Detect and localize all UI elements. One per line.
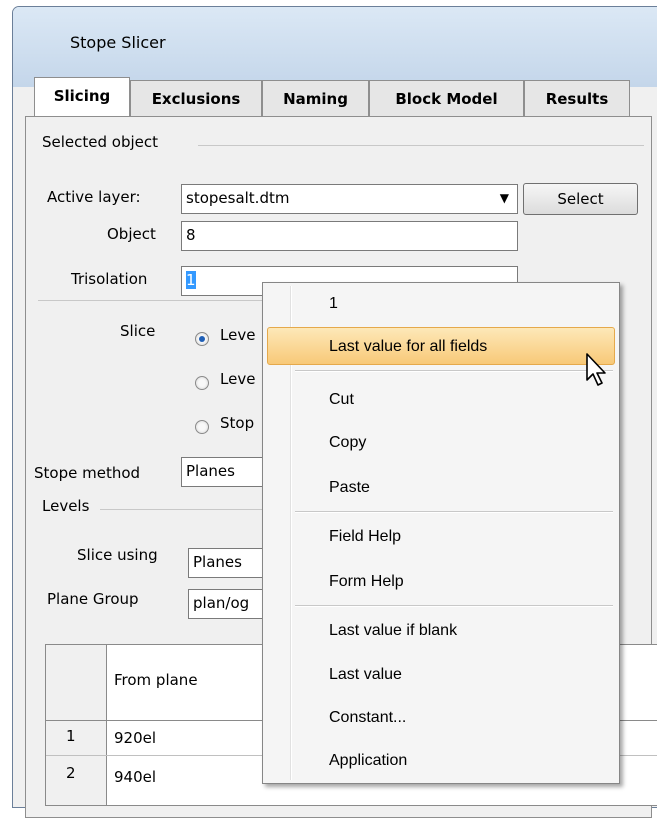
mouse-pointer-icon [586, 353, 606, 386]
slice-option-2-label: Leve [220, 370, 256, 388]
menu-item-label: 1 [329, 295, 338, 312]
menu-item-label: Cut [329, 391, 354, 408]
menu-item-form-help[interactable]: Form Help [267, 563, 615, 601]
menu-item-last-value-if-blank[interactable]: Last value if blank [267, 612, 615, 650]
menu-item-label: Form Help [329, 573, 404, 590]
menu-item-label: Last value if blank [329, 622, 458, 639]
menu-item-value-1[interactable]: 1 [267, 285, 615, 323]
levels-group-label: Levels [42, 497, 90, 515]
menu-item-application[interactable]: Application [267, 742, 615, 780]
title-bar[interactable]: Stope Slicer [13, 7, 657, 87]
select-button[interactable]: Select [523, 183, 638, 215]
slice-using-label: Slice using [77, 546, 158, 564]
tab-block-model[interactable]: Block Model [369, 80, 524, 117]
tab-exclusions[interactable]: Exclusions [130, 80, 262, 117]
menu-item-paste[interactable]: Paste [267, 469, 615, 507]
object-label: Object [107, 225, 156, 243]
tab-results[interactable]: Results [524, 80, 630, 117]
menu-separator [295, 511, 613, 513]
menu-item-field-help[interactable]: Field Help [267, 518, 615, 556]
context-menu: 1 Last value for all fields Cut Copy Pas… [262, 282, 620, 784]
chevron-down-icon: ▼ [499, 191, 509, 205]
group-divider [198, 145, 644, 146]
from-plane-cell: 940el [114, 768, 157, 786]
menu-separator [295, 605, 613, 607]
levels-divider [100, 509, 265, 510]
slice-label: Slice [120, 322, 156, 340]
grid-header-from-plane: From plane [114, 671, 198, 689]
menu-item-last-value[interactable]: Last value [267, 656, 615, 694]
menu-item-constant[interactable]: Constant... [267, 699, 615, 737]
slice-option-3-label: Stop [220, 414, 255, 432]
menu-item-label: Copy [329, 434, 367, 451]
selected-object-group-label: Selected object [42, 133, 159, 151]
menu-item-label: Field Help [329, 528, 402, 545]
object-field[interactable]: 8 [181, 221, 518, 251]
menu-item-last-value-all-fields[interactable]: Last value for all fields [267, 327, 615, 365]
slice-using-field[interactable]: Planes [188, 548, 272, 578]
stope-method-field[interactable]: Planes [181, 457, 271, 487]
menu-item-label: Last value for all fields [329, 338, 488, 355]
slice-radio-3[interactable] [195, 420, 209, 434]
menu-item-label: Paste [329, 479, 370, 496]
row-number: 1 [66, 727, 76, 745]
row-number: 2 [66, 764, 76, 782]
trisolation-value: 1 [186, 271, 196, 289]
tab-naming[interactable]: Naming [262, 80, 369, 117]
from-plane-cell: 920el [114, 729, 157, 747]
trisolation-label: Trisolation [71, 270, 148, 288]
menu-item-label: Application [329, 752, 408, 769]
tab-slicing[interactable]: Slicing [34, 77, 130, 118]
plane-group-field[interactable]: plan/og [188, 589, 272, 619]
active-layer-label: Active layer: [47, 188, 141, 206]
slice-option-1-label: Leve [220, 326, 256, 344]
active-layer-value: stopesalt.dtm [186, 189, 290, 207]
group-bottom-divider [38, 300, 264, 301]
menu-item-copy[interactable]: Copy [267, 424, 615, 462]
menu-item-label: Last value [329, 666, 402, 683]
menu-item-label: Constant... [329, 709, 407, 726]
active-layer-dropdown[interactable]: stopesalt.dtm ▼ [181, 184, 518, 214]
window-title: Stope Slicer [70, 33, 166, 52]
plane-group-label: Plane Group [47, 590, 139, 608]
stope-method-label: Stope method [34, 464, 141, 482]
menu-item-cut[interactable]: Cut [267, 381, 615, 419]
menu-separator [295, 370, 613, 372]
slice-radio-1[interactable] [195, 332, 209, 346]
slice-radio-2[interactable] [195, 376, 209, 390]
